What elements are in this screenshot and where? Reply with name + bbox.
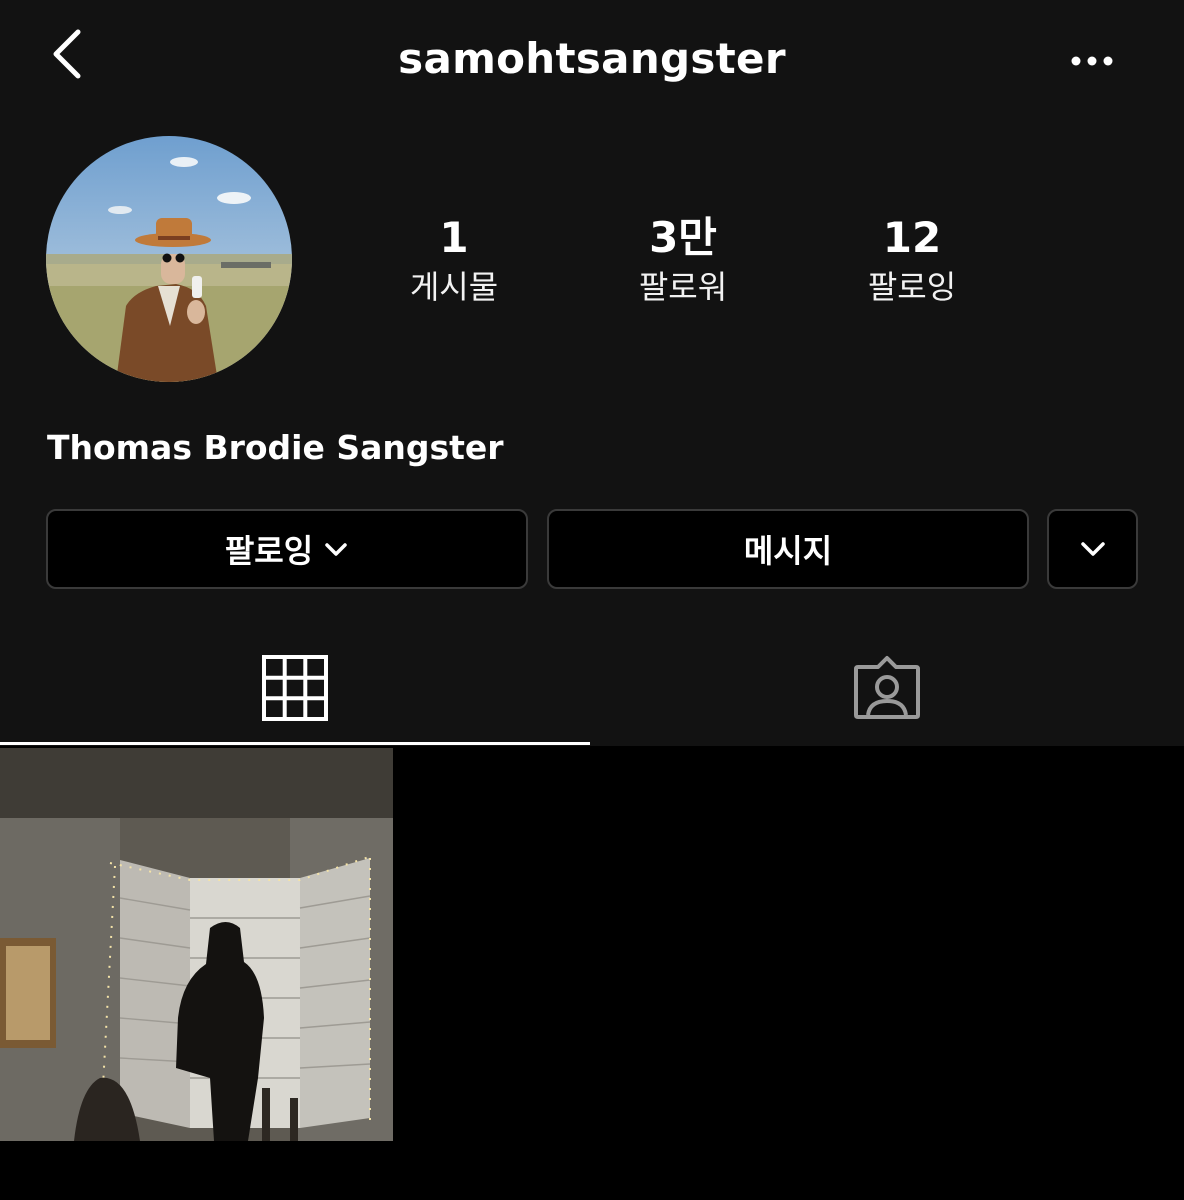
- posts-label: 게시물: [409, 268, 499, 306]
- following-button[interactable]: 팔로잉: [46, 509, 528, 589]
- profile-username: samohtsangster: [398, 34, 786, 83]
- chevron-down-icon: [325, 543, 347, 556]
- tab-tagged[interactable]: [590, 630, 1184, 746]
- message-button-label: 메시지: [743, 532, 833, 570]
- following-label: 팔로잉: [867, 268, 957, 306]
- message-button[interactable]: 메시지: [547, 509, 1029, 589]
- grid-icon: [262, 655, 328, 721]
- stat-followers[interactable]: 3만 팔로워: [583, 212, 783, 310]
- suggested-accounts-button[interactable]: [1047, 509, 1138, 589]
- stat-following[interactable]: 12 팔로잉: [812, 212, 1012, 310]
- tagged-person-icon: [854, 656, 920, 719]
- post-thumbnail[interactable]: [0, 748, 393, 1141]
- posts-count: 1: [439, 213, 469, 262]
- profile-avatar[interactable]: [46, 136, 292, 382]
- top-nav-bar: samohtsangster: [0, 0, 1184, 120]
- ellipsis-icon: [1071, 56, 1113, 66]
- following-count: 12: [882, 213, 942, 262]
- chevron-down-icon: [1080, 542, 1105, 556]
- active-tab-indicator: [0, 742, 590, 745]
- stat-posts[interactable]: 1 게시물: [354, 212, 554, 310]
- tab-posts-grid[interactable]: [0, 630, 590, 746]
- profile-full-name: Thomas Brodie Sangster: [47, 428, 504, 467]
- more-options-button[interactable]: [1062, 44, 1126, 78]
- followers-count: 3만: [649, 213, 717, 262]
- followers-label: 팔로워: [638, 268, 728, 306]
- following-button-label: 팔로잉: [224, 532, 314, 570]
